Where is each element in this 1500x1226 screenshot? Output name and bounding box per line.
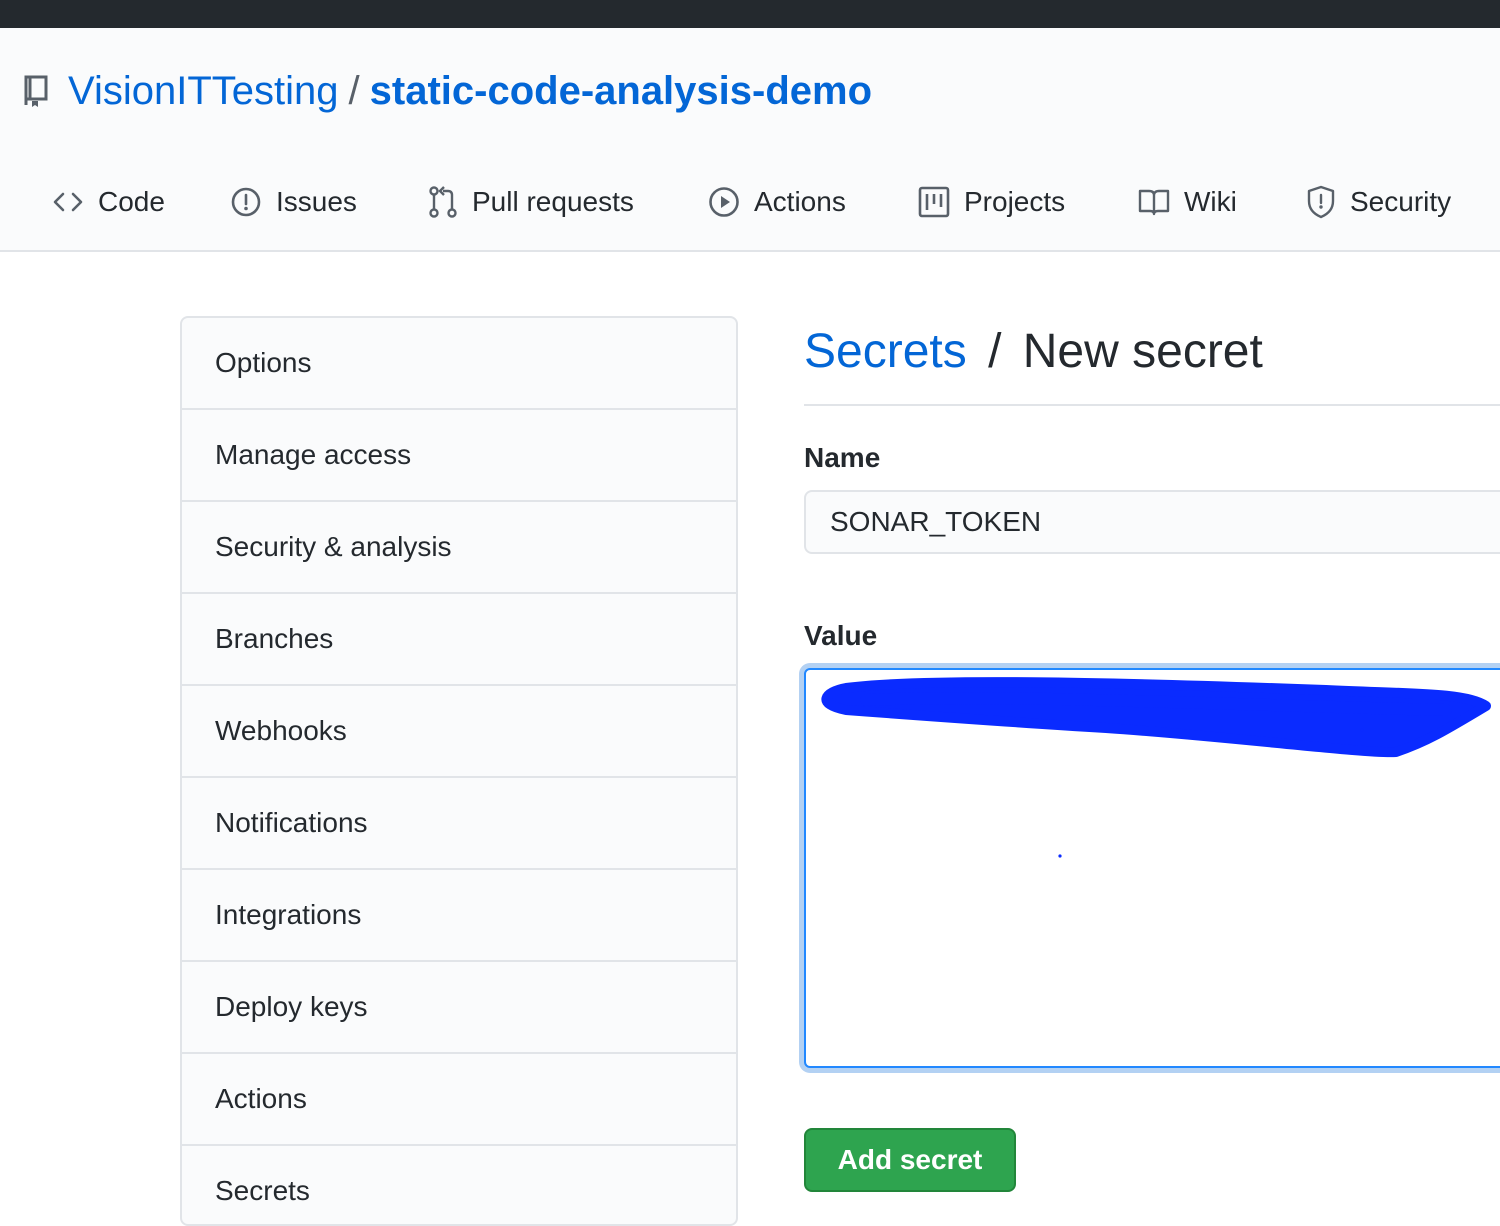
sidebar-item-security-analysis[interactable]: Security & analysis <box>182 502 736 594</box>
code-icon <box>53 192 83 212</box>
sidebar-item-label: Branches <box>215 623 334 654</box>
sidebar-item-branches[interactable]: Branches <box>182 594 736 686</box>
name-label: Name <box>804 442 881 473</box>
page-title: Secrets / New secret <box>804 324 1263 379</box>
sidebar-item-label: Actions <box>215 1083 307 1114</box>
tab-issues[interactable]: Issues <box>230 180 357 224</box>
issue-icon <box>231 187 261 217</box>
top-bar <box>0 0 1500 28</box>
book-icon <box>1138 189 1170 216</box>
sidebar-item-actions[interactable]: Actions <box>182 1054 736 1146</box>
repo-title: VisionITTesting / static-code-analysis-d… <box>22 66 872 116</box>
tab-label: Actions <box>754 186 846 217</box>
sidebar-item-webhooks[interactable]: Webhooks <box>182 686 736 778</box>
shield-icon <box>1307 185 1335 219</box>
breadcrumb-divider: / <box>988 325 1002 378</box>
sidebar-item-secrets[interactable]: Secrets <box>182 1146 736 1224</box>
tab-code[interactable]: Code <box>52 180 165 224</box>
repo-icon <box>22 73 50 109</box>
pull-request-icon <box>429 186 457 218</box>
settings-sidebar: Options Manage access Security & analysi… <box>180 316 738 1226</box>
breadcrumb-secrets-link[interactable]: Secrets <box>804 325 967 378</box>
sidebar-item-integrations[interactable]: Integrations <box>182 870 736 962</box>
sidebar-item-options[interactable]: Options <box>182 318 736 410</box>
value-label: Value <box>804 620 878 651</box>
tab-label: Code <box>98 186 165 217</box>
repo-separator: / <box>348 68 360 113</box>
tab-wiki[interactable]: Wiki <box>1138 180 1237 224</box>
tab-label: Security <box>1350 186 1452 217</box>
sidebar-item-label: Deploy keys <box>215 991 368 1022</box>
add-secret-button[interactable]: Add secret <box>804 1128 1016 1192</box>
page-title-current: New secret <box>1022 325 1263 378</box>
tab-projects[interactable]: Projects <box>918 180 1065 224</box>
sidebar-item-label: Options <box>215 347 312 378</box>
secret-name-value: SONAR_TOKEN <box>830 506 1042 537</box>
sidebar-item-label: Notifications <box>215 807 368 838</box>
secret-name-input[interactable]: SONAR_TOKEN <box>804 490 1500 554</box>
title-divider <box>804 404 1500 406</box>
redaction-scribble <box>821 677 1491 858</box>
sidebar-item-label: Secrets <box>215 1175 310 1206</box>
project-icon <box>918 186 950 218</box>
tab-label: Issues <box>276 186 357 217</box>
play-icon <box>709 187 739 217</box>
tab-pull-requests[interactable]: Pull requests <box>428 180 634 224</box>
tab-label: Wiki <box>1184 186 1237 217</box>
sidebar-item-label: Manage access <box>215 439 412 470</box>
repo-owner-link[interactable]: VisionITTesting <box>68 69 339 114</box>
repo-name-link[interactable]: static-code-analysis-demo <box>370 69 872 114</box>
tab-label: Pull requests <box>472 186 634 217</box>
sidebar-item-deploy-keys[interactable]: Deploy keys <box>182 962 736 1054</box>
sidebar-item-label: Security & analysis <box>215 531 452 562</box>
secret-value-textarea[interactable] <box>804 668 1500 1068</box>
tab-security[interactable]: Security <box>1306 180 1451 224</box>
sidebar-item-label: Integrations <box>215 899 362 930</box>
tab-label: Projects <box>964 186 1066 217</box>
sidebar-item-manage-access[interactable]: Manage access <box>182 410 736 502</box>
sidebar-item-notifications[interactable]: Notifications <box>182 778 736 870</box>
sidebar-item-label: Webhooks <box>215 715 347 746</box>
tab-actions[interactable]: Actions <box>708 180 846 224</box>
